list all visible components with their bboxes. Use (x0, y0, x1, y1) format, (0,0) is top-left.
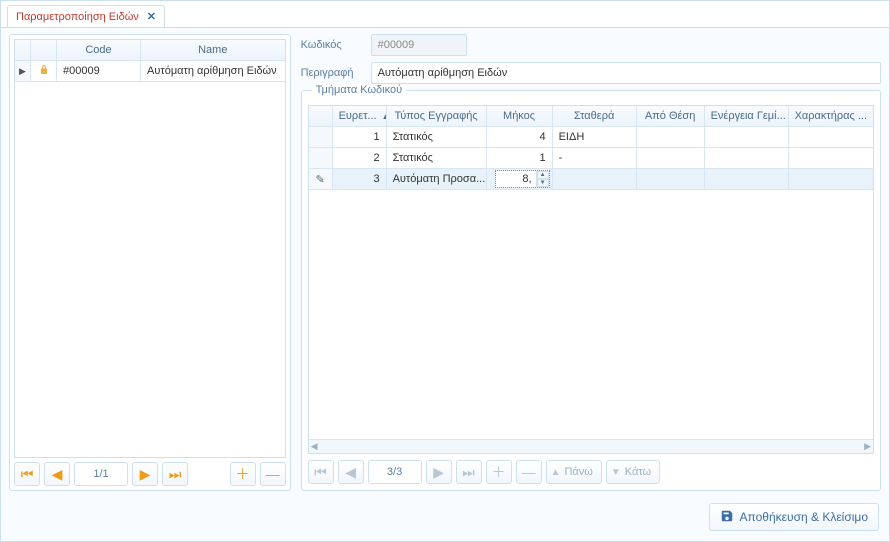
cell-char (789, 148, 873, 169)
code-label: Κωδικός (301, 39, 363, 51)
left-col-icon (31, 40, 57, 61)
rnav-first-button[interactable]: ⏮ (308, 460, 334, 484)
rcol-length-header[interactable]: Μήκος (487, 106, 553, 127)
rcol-char-header[interactable]: Χαρακτήρας ... (789, 106, 873, 127)
left-col-name-header[interactable]: Name (141, 40, 285, 61)
cell-pos (637, 148, 705, 169)
table-row[interactable]: 1 Στατικός 4 ΕΙΔΗ (309, 127, 873, 148)
length-spinner[interactable]: 8, ▲ ▼ (495, 170, 550, 188)
left-grid: Code Name ▶ #00009 Αυτόμ (14, 39, 286, 458)
cell-index: 1 (333, 127, 387, 148)
rcol-index-header[interactable]: Ευρετ... ▲ (333, 106, 387, 127)
rnav-up-button[interactable]: ▲ Πάνω (546, 460, 602, 484)
nav-last-button[interactable]: ⏭ (162, 462, 188, 486)
edit-icon: ✎ (315, 173, 324, 186)
left-grid-header: Code Name (15, 40, 285, 61)
desc-label: Περιγραφή (301, 67, 363, 79)
rnav-prev-button[interactable]: ◀ (338, 460, 364, 484)
rnav-down-button[interactable]: ▼ Κάτω (606, 460, 660, 484)
nav-page-display: 1/1 (74, 462, 128, 486)
group-caption: Τμήματα Κωδικού (312, 84, 407, 96)
lock-icon (38, 64, 50, 79)
cell-length: 4 (487, 127, 553, 148)
rnav-next-button[interactable]: ▶ (426, 460, 452, 484)
row-ind (309, 127, 333, 148)
cell-length-editing[interactable]: 8, ▲ ▼ (487, 169, 553, 190)
close-icon[interactable]: ✕ (147, 10, 156, 23)
rcol-index-label: Ευρετ... (339, 110, 377, 122)
spinner-up-icon[interactable]: ▲ (537, 171, 549, 179)
nav-first-button[interactable]: ⏮ (14, 462, 40, 486)
spinner-value[interactable]: 8, (496, 173, 536, 185)
row-pointer-cell: ▶ (15, 61, 31, 82)
cell-fill (705, 169, 789, 190)
cell-index: 2 (333, 148, 387, 169)
desc-field[interactable]: Αυτόματη αρίθμηση Ειδών (371, 62, 881, 84)
rcol-ind-header (309, 106, 333, 127)
nav-remove-button[interactable]: — (260, 462, 286, 486)
row-name: Αυτόματη αρίθμηση Ειδών (141, 61, 285, 82)
save-label: Αποθήκευση & Κλείσιμο (740, 510, 868, 524)
rnav-page-display: 3/3 (368, 460, 422, 484)
rcol-fill-header[interactable]: Ενέργεια Γεμί... (705, 106, 789, 127)
cell-fill (705, 127, 789, 148)
down-label: Κάτω (621, 466, 655, 478)
scroll-right-icon[interactable]: ▶ (864, 441, 871, 452)
arrow-down-icon: ▼ (611, 467, 621, 478)
left-panel: Code Name ▶ #00009 Αυτόμ (9, 34, 291, 491)
tab-parametropoiisi[interactable]: Παραμετροποίηση Ειδών ✕ (7, 5, 165, 27)
cell-const (553, 169, 637, 190)
segments-groupbox: Τμήματα Κωδικού Ευρετ... ▲ Τύπος Εγγραφή… (301, 90, 881, 491)
cell-pos (637, 169, 705, 190)
cell-char (789, 127, 873, 148)
cell-index: 3 (333, 169, 387, 190)
cell-const: ΕΙΔΗ (553, 127, 637, 148)
rnav-remove-button[interactable]: — (516, 460, 542, 484)
tab-label: Παραμετροποίηση Ειδών (16, 11, 139, 23)
row-code: #00009 (57, 61, 141, 82)
scroll-left-icon[interactable]: ◀ (311, 441, 318, 452)
rnav-add-button[interactable]: ＋ (486, 460, 512, 484)
save-close-button[interactable]: Αποθήκευση & Κλείσιμο (709, 503, 879, 531)
rcol-const-header[interactable]: Σταθερά (553, 106, 637, 127)
cell-length: 1 (487, 148, 553, 169)
nav-next-button[interactable]: ▶ (132, 462, 158, 486)
horizontal-scrollbar[interactable]: ◀ ▶ (309, 439, 873, 453)
save-icon (720, 509, 734, 526)
cell-type: Αυτόματη Προσα... (387, 169, 487, 190)
row-ind: ✎ (309, 169, 333, 190)
nav-prev-button[interactable]: ◀ (44, 462, 70, 486)
left-col-indicator (15, 40, 31, 61)
left-col-code-header[interactable]: Code (57, 40, 141, 61)
row-ind (309, 148, 333, 169)
footer: Αποθήκευση & Κλείσιμο (1, 497, 889, 541)
row-lock-cell (31, 61, 57, 82)
rcol-type-header[interactable]: Τύπος Εγγραφής (387, 106, 487, 127)
rcol-pos-header[interactable]: Από Θέση (637, 106, 705, 127)
table-row[interactable]: ✎ 3 Αυτόματη Προσα... 8, ▲ ▼ (309, 169, 873, 190)
left-nav: ⏮ ◀ 1/1 ▶ ⏭ ＋ — (14, 458, 286, 486)
right-grid: Ευρετ... ▲ Τύπος Εγγραφής Μήκος Σταθερά … (308, 105, 874, 454)
nav-add-button[interactable]: ＋ (230, 462, 256, 486)
tabbar: Παραμετροποίηση Ειδών ✕ (1, 1, 889, 28)
cell-fill (705, 148, 789, 169)
right-panel: Κωδικός #00009 Περιγραφή Αυτόματη αρίθμη… (301, 34, 881, 491)
right-grid-header: Ευρετ... ▲ Τύπος Εγγραφής Μήκος Σταθερά … (309, 106, 873, 127)
spinner-down-icon[interactable]: ▼ (537, 179, 549, 187)
row-pointer-icon: ▶ (19, 66, 26, 77)
cell-char (789, 169, 873, 190)
up-label: Πάνω (560, 466, 596, 478)
rnav-last-button[interactable]: ⏭ (456, 460, 482, 484)
cell-type: Στατικός (387, 127, 487, 148)
table-row[interactable]: 2 Στατικός 1 - (309, 148, 873, 169)
code-field: #00009 (371, 34, 467, 56)
arrow-up-icon: ▲ (551, 467, 561, 478)
right-nav: ⏮ ◀ 3/3 ▶ ⏭ ＋ — ▲ Πάνω ▼ Κάτω (308, 454, 874, 484)
cell-type: Στατικός (387, 148, 487, 169)
table-row[interactable]: ▶ #00009 Αυτόματη αρίθμηση Ειδών (15, 61, 285, 82)
cell-const: - (553, 148, 637, 169)
cell-pos (637, 127, 705, 148)
